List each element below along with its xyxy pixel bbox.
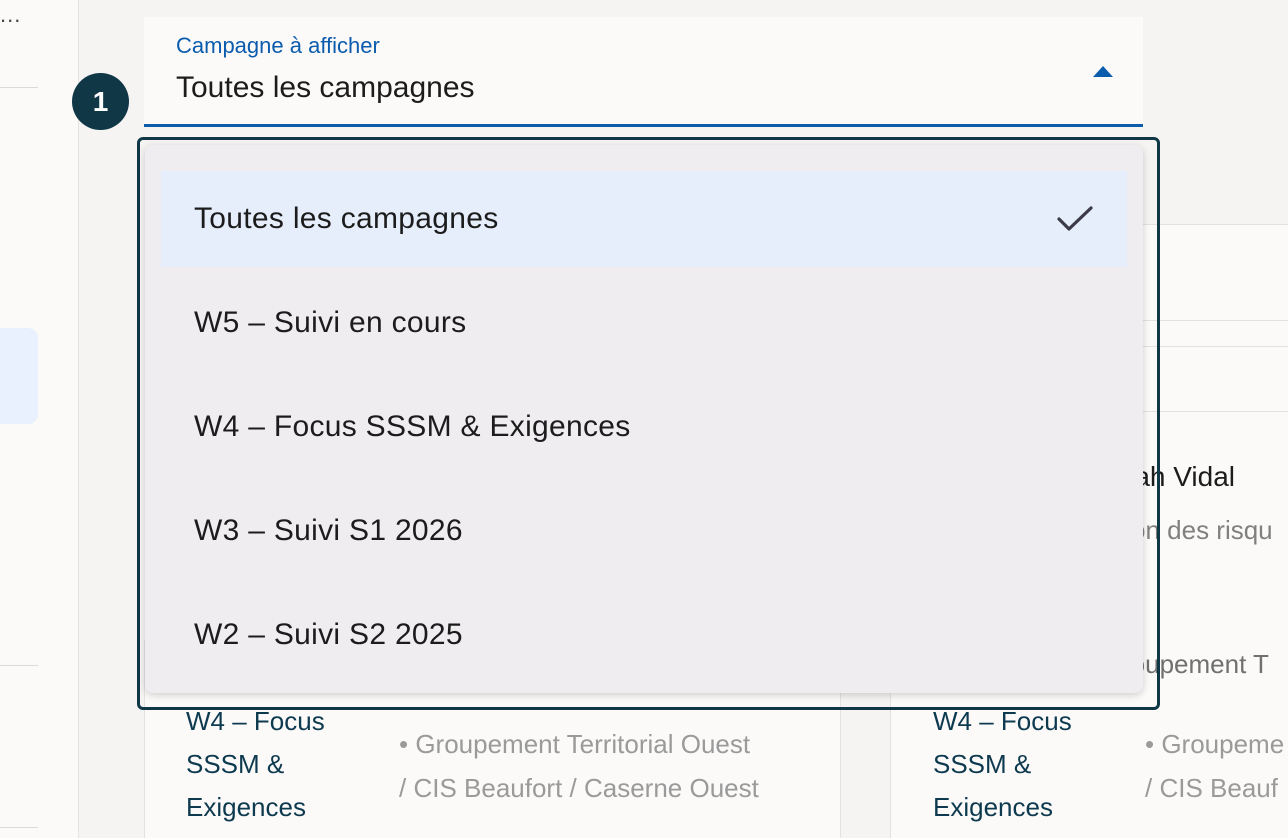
campaign-select[interactable]: Campagne à afficher Toutes les campagnes [144, 17, 1143, 127]
option-all-campaigns[interactable]: Toutes les campagnes [161, 171, 1127, 267]
campaign-select-value: Toutes les campagnes [176, 71, 475, 104]
sidebar-divider [0, 827, 38, 828]
card-campaign-line: Exigences [933, 792, 1053, 822]
card-path-line: / CIS Beaufort / Caserne Ouest [399, 773, 759, 803]
campaign-dropdown: Toutes les campagnes W5 – Suivi en cours… [145, 145, 1143, 693]
sidebar-ellipsis: ... [0, 2, 22, 27]
option-w4[interactable]: W4 – Focus SSSM & Exigences [161, 379, 1127, 475]
step-badge: 1 [72, 73, 129, 130]
option-label: W5 – Suivi en cours [194, 306, 467, 339]
option-label: W4 – Focus SSSM & Exigences [194, 410, 631, 443]
sidebar-divider [0, 87, 38, 88]
card-campaign: W4 – Focus SSSM & Exigences [186, 700, 325, 829]
card-campaign-line: SSSM & [933, 749, 1032, 779]
caret-up-icon[interactable] [1093, 66, 1113, 77]
card-path-line: • Groupement Territorial Ouest [399, 729, 751, 759]
option-w3[interactable]: W3 – Suivi S1 2026 [161, 483, 1127, 579]
option-label: Toutes les campagnes [194, 202, 499, 235]
sidebar: ... [0, 0, 79, 838]
option-label: W2 – Suivi S2 2025 [194, 618, 463, 651]
sidebar-divider [0, 665, 38, 666]
card-campaign: W4 – Focus SSSM & Exigences [933, 700, 1072, 829]
check-icon [1057, 206, 1093, 231]
card-path: • Groupeme / CIS Beauf [1145, 722, 1284, 810]
option-w2[interactable]: W2 – Suivi S2 2025 [161, 587, 1127, 683]
sidebar-item-active[interactable] [0, 328, 38, 424]
option-w5[interactable]: W5 – Suivi en cours [161, 275, 1127, 371]
card-campaign-line: Exigences [186, 792, 306, 822]
option-label: W3 – Suivi S1 2026 [194, 514, 463, 547]
card-campaign-line: SSSM & [186, 749, 285, 779]
campaign-select-label: Campagne à afficher [176, 33, 380, 58]
card-path-line: / CIS Beauf [1145, 773, 1278, 803]
card-path: • Groupement Territorial Ouest / CIS Bea… [399, 722, 759, 810]
card-path-line: • Groupeme [1145, 729, 1285, 759]
